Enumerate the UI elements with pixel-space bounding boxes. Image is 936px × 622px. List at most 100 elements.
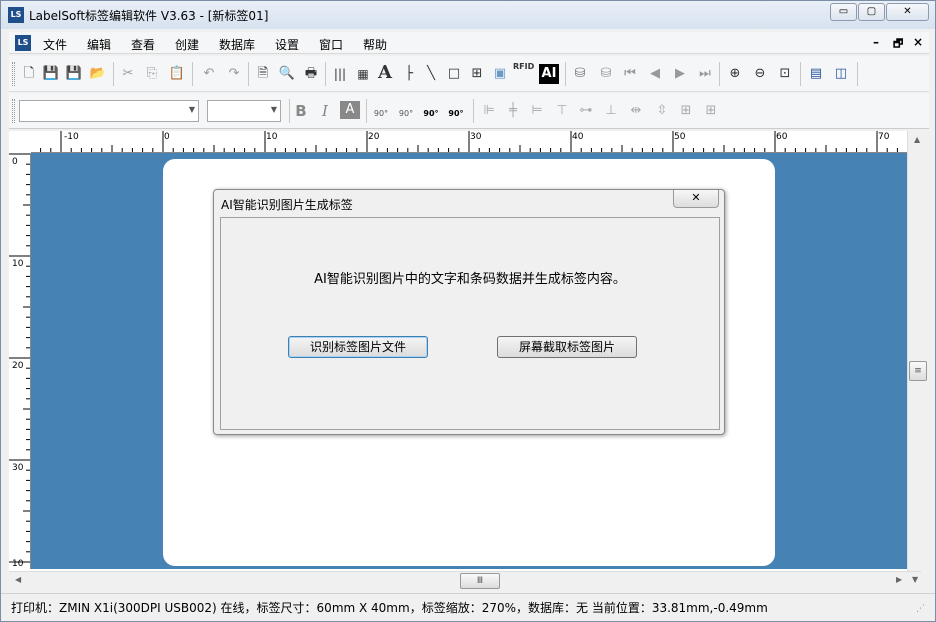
print-icon[interactable]: 🖶 xyxy=(301,64,321,84)
prev-record-icon[interactable]: ◀ xyxy=(645,64,665,84)
dialog-close-button[interactable]: ✕ xyxy=(673,190,719,208)
window-title: LabelSoft标签编辑软件 V3.63 - [新标签01] xyxy=(29,9,269,23)
open-folder-icon[interactable]: 📂 xyxy=(88,64,108,84)
center-horizontal-icon[interactable]: ⊞ xyxy=(676,101,696,121)
menu-help[interactable]: 帮助 xyxy=(363,36,387,53)
menu-view[interactable]: 查看 xyxy=(131,36,155,53)
menu-bar: LS 文件 编辑 查看 创建 数据库 设置 窗口 帮助 – 🗗 × xyxy=(9,32,929,54)
image-icon[interactable]: ▣ xyxy=(490,64,510,84)
menu-create[interactable]: 创建 xyxy=(175,36,199,53)
rotate-left-90-icon[interactable]: 90° xyxy=(421,99,441,119)
distribute-horizontal-icon[interactable]: ⇹ xyxy=(626,101,646,121)
copy-icon[interactable]: ⎘ xyxy=(142,64,162,84)
fit-to-window-icon[interactable]: ⊡ xyxy=(775,64,795,84)
cut-icon[interactable]: ✂ xyxy=(118,64,138,84)
text-tool-icon[interactable]: A xyxy=(375,63,395,83)
ai-recognize-icon[interactable]: AI xyxy=(539,64,559,84)
align-middle-icon[interactable]: ⊶ xyxy=(576,101,596,121)
center-vertical-icon[interactable]: ⊞ xyxy=(701,101,721,121)
rotate-right-icon[interactable]: 90° xyxy=(396,99,416,119)
bold-button[interactable]: B xyxy=(291,101,311,121)
ruler-label: 60 xyxy=(776,132,788,142)
mdi-minimize-button[interactable]: – xyxy=(873,35,879,49)
document-icon[interactable]: LS xyxy=(15,35,31,51)
ruler-label: 30 xyxy=(12,463,24,473)
paste-icon[interactable]: 📋 xyxy=(167,64,187,84)
zoom-in-icon[interactable]: ⊕ xyxy=(725,64,745,84)
minimize-button[interactable]: ▭ xyxy=(830,3,857,21)
app-logo-icon: LS xyxy=(8,7,24,23)
mdi-close-button[interactable]: × xyxy=(913,35,923,49)
font-size-select[interactable]: ▼ xyxy=(207,100,281,122)
page-setup-icon[interactable]: 🗎 xyxy=(253,64,273,84)
main-toolbar: 🗋 💾 💾 📂 ✂ ⎘ 📋 ↶ ↷ 🗎 🔍 🖶 ||| ▦ A ├ ╲ □ ⊞ … xyxy=(9,56,929,92)
scroll-down-icon[interactable]: ▼ xyxy=(912,575,918,584)
ruler-label: 40 xyxy=(572,132,584,142)
horizontal-scroll-thumb[interactable]: Ⅲ xyxy=(460,573,500,589)
ruler-label: 70 xyxy=(878,132,890,142)
next-record-icon[interactable]: ▶ xyxy=(670,64,690,84)
vertical-scroll-thumb[interactable]: ≡ xyxy=(909,361,927,381)
line-tool-icon[interactable]: ├ xyxy=(399,64,419,84)
menu-file[interactable]: 文件 xyxy=(43,36,67,53)
new-file-icon[interactable]: 🗋 xyxy=(19,64,39,84)
vertical-layout-icon[interactable]: ◫ xyxy=(831,64,851,84)
first-record-icon[interactable]: ⏮ xyxy=(620,64,640,84)
screen-capture-image-button[interactable]: 屏幕截取标签图片 xyxy=(497,336,637,358)
align-bottom-icon[interactable]: ⊥ xyxy=(601,101,621,121)
maximize-button[interactable]: ▢ xyxy=(858,3,885,21)
last-record-icon[interactable]: ⏭ xyxy=(695,64,715,84)
ruler-label: 10 xyxy=(12,259,24,269)
rotate-left-icon[interactable]: 90° xyxy=(371,99,391,119)
rfid-icon[interactable]: RFID xyxy=(513,62,535,82)
dialog-title: AI智能识别图片生成标签 xyxy=(221,198,353,212)
menu-settings[interactable]: 设置 xyxy=(275,36,299,53)
vertical-ruler: 0 10 20 30 10 xyxy=(9,153,31,569)
vertical-scrollbar[interactable]: ▲ ≡ xyxy=(907,131,929,571)
recognize-image-file-button[interactable]: 识别标签图片文件 xyxy=(288,336,428,358)
save-as-icon[interactable]: 💾 xyxy=(64,64,84,84)
resize-grip-icon[interactable]: ⋰ xyxy=(916,604,925,614)
title-bar[interactable]: LS LabelSoft标签编辑软件 V3.63 - [新标签01] ▭ ▢ ✕ xyxy=(1,1,935,29)
status-text: 打印机：ZMIN X1i(300DPI USB002) 在线，标签尺寸：60mm… xyxy=(11,601,768,615)
table-icon[interactable]: ⊞ xyxy=(467,64,487,84)
distribute-vertical-icon[interactable]: ⇳ xyxy=(652,101,672,121)
qrcode-icon[interactable]: ▦ xyxy=(353,64,373,84)
barcode-icon[interactable]: ||| xyxy=(330,64,350,84)
horizontal-scrollbar[interactable]: ◀ Ⅲ ▶ ▼ xyxy=(9,571,921,591)
toolbar-grip[interactable] xyxy=(12,99,15,123)
undo-icon[interactable]: ↶ xyxy=(199,64,219,84)
rfid-label: RFID xyxy=(513,62,535,71)
menu-database[interactable]: 数据库 xyxy=(219,36,255,53)
italic-button[interactable]: I xyxy=(315,101,335,121)
horizontal-layout-icon[interactable]: ▤ xyxy=(806,64,826,84)
print-preview-icon[interactable]: 🔍 xyxy=(277,64,297,84)
shadow-text-button[interactable]: A xyxy=(340,101,360,119)
toolbar-grip[interactable] xyxy=(12,62,15,86)
database-settings-icon[interactable]: ⛁ xyxy=(596,64,616,84)
font-name-select[interactable]: ▼ xyxy=(19,100,199,122)
rectangle-icon[interactable]: □ xyxy=(444,64,464,84)
mdi-restore-button[interactable]: 🗗 xyxy=(893,35,903,54)
chevron-down-icon: ▼ xyxy=(188,105,195,114)
align-left-icon[interactable]: ⊫ xyxy=(479,101,499,121)
database-icon[interactable]: ⛁ xyxy=(570,64,590,84)
redo-icon[interactable]: ↷ xyxy=(224,64,244,84)
scroll-right-icon[interactable]: ▶ xyxy=(896,575,902,584)
save-icon[interactable]: 💾 xyxy=(41,64,61,84)
ruler-label: 0 xyxy=(164,132,170,142)
dialog-panel: AI智能识别图片中的文字和条码数据并生成标签内容。 识别标签图片文件 屏幕截取标… xyxy=(220,217,720,430)
horizontal-ruler: -10 0 10 20 30 40 50 60 70 xyxy=(31,131,907,153)
menu-window[interactable]: 窗口 xyxy=(319,36,343,53)
close-button[interactable]: ✕ xyxy=(886,3,929,21)
align-center-icon[interactable]: ╪ xyxy=(503,101,523,121)
align-right-icon[interactable]: ⊨ xyxy=(527,101,547,121)
zoom-out-icon[interactable]: ⊖ xyxy=(750,64,770,84)
diagonal-line-icon[interactable]: ╲ xyxy=(421,64,441,84)
scroll-left-icon[interactable]: ◀ xyxy=(15,575,21,584)
rotate-right-90-icon[interactable]: 90° xyxy=(446,99,466,119)
align-top-icon[interactable]: ⊤ xyxy=(552,101,572,121)
menu-edit[interactable]: 编辑 xyxy=(87,36,111,53)
scroll-up-icon[interactable]: ▲ xyxy=(914,135,920,144)
ruler-label: 30 xyxy=(470,132,482,142)
